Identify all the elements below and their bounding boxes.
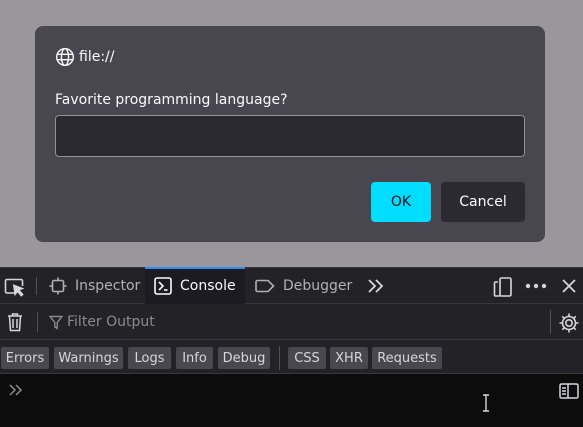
tab-debugger-label: Debugger <box>283 278 353 294</box>
gear-icon[interactable] <box>558 312 580 334</box>
dialog-message: Favorite programming language? <box>55 92 288 108</box>
dialog-origin: file:// <box>55 47 114 67</box>
tab-console-label: Console <box>180 278 236 294</box>
chip-debug[interactable]: Debug <box>218 347 270 369</box>
console-icon <box>154 277 172 295</box>
prompt-dialog: file:// Favorite programming language? O… <box>35 26 545 242</box>
tab-debugger[interactable]: Debugger <box>254 268 362 304</box>
chip-separator <box>279 346 280 370</box>
chip-info[interactable]: Info <box>176 347 213 369</box>
text-cursor-icon <box>480 393 492 413</box>
ok-button[interactable]: OK <box>371 182 431 222</box>
devtools-toolbar: Inspector Console Debugger <box>0 267 583 304</box>
console-input-area[interactable] <box>0 374 583 427</box>
globe-icon <box>55 47 75 67</box>
filter-icon <box>48 315 63 330</box>
dialog-text-input[interactable] <box>55 115 525 157</box>
dialog-origin-text: file:// <box>79 49 115 65</box>
responsive-design-icon[interactable] <box>493 276 513 298</box>
debugger-icon <box>255 278 275 294</box>
filter-separator-right <box>550 310 551 334</box>
chip-logs[interactable]: Logs <box>128 347 171 369</box>
close-icon[interactable] <box>560 277 578 295</box>
chip-xhr[interactable]: XHR <box>330 347 368 369</box>
console-prompt-chevron-icon <box>6 383 26 397</box>
editor-mode-icon[interactable] <box>558 382 580 400</box>
chip-requests[interactable]: Requests <box>372 347 442 369</box>
filter-output-input[interactable] <box>64 312 534 332</box>
tab-inspector-label: Inspector <box>75 278 141 294</box>
log-filter-chips: Errors Warnings Logs Info Debug CSS XHR … <box>0 340 583 374</box>
more-options-icon[interactable] <box>524 278 548 294</box>
chip-warnings[interactable]: Warnings <box>54 347 123 369</box>
filter-separator <box>37 312 38 332</box>
inspector-icon <box>49 277 67 295</box>
devtools-panel: Inspector Console Debugger Filter Output… <box>0 267 583 427</box>
tab-inspector[interactable]: Inspector <box>45 268 141 304</box>
element-picker-icon[interactable] <box>3 276 27 298</box>
tab-console[interactable]: Console <box>145 267 245 304</box>
cancel-button[interactable]: Cancel <box>441 182 525 222</box>
chip-errors[interactable]: Errors <box>1 347 49 369</box>
more-tools-chevron-icon[interactable] <box>365 277 387 295</box>
toolbar-separator <box>36 277 37 295</box>
console-filter-bar <box>0 304 583 340</box>
trash-icon[interactable] <box>6 312 24 332</box>
chip-css[interactable]: CSS <box>288 347 326 369</box>
